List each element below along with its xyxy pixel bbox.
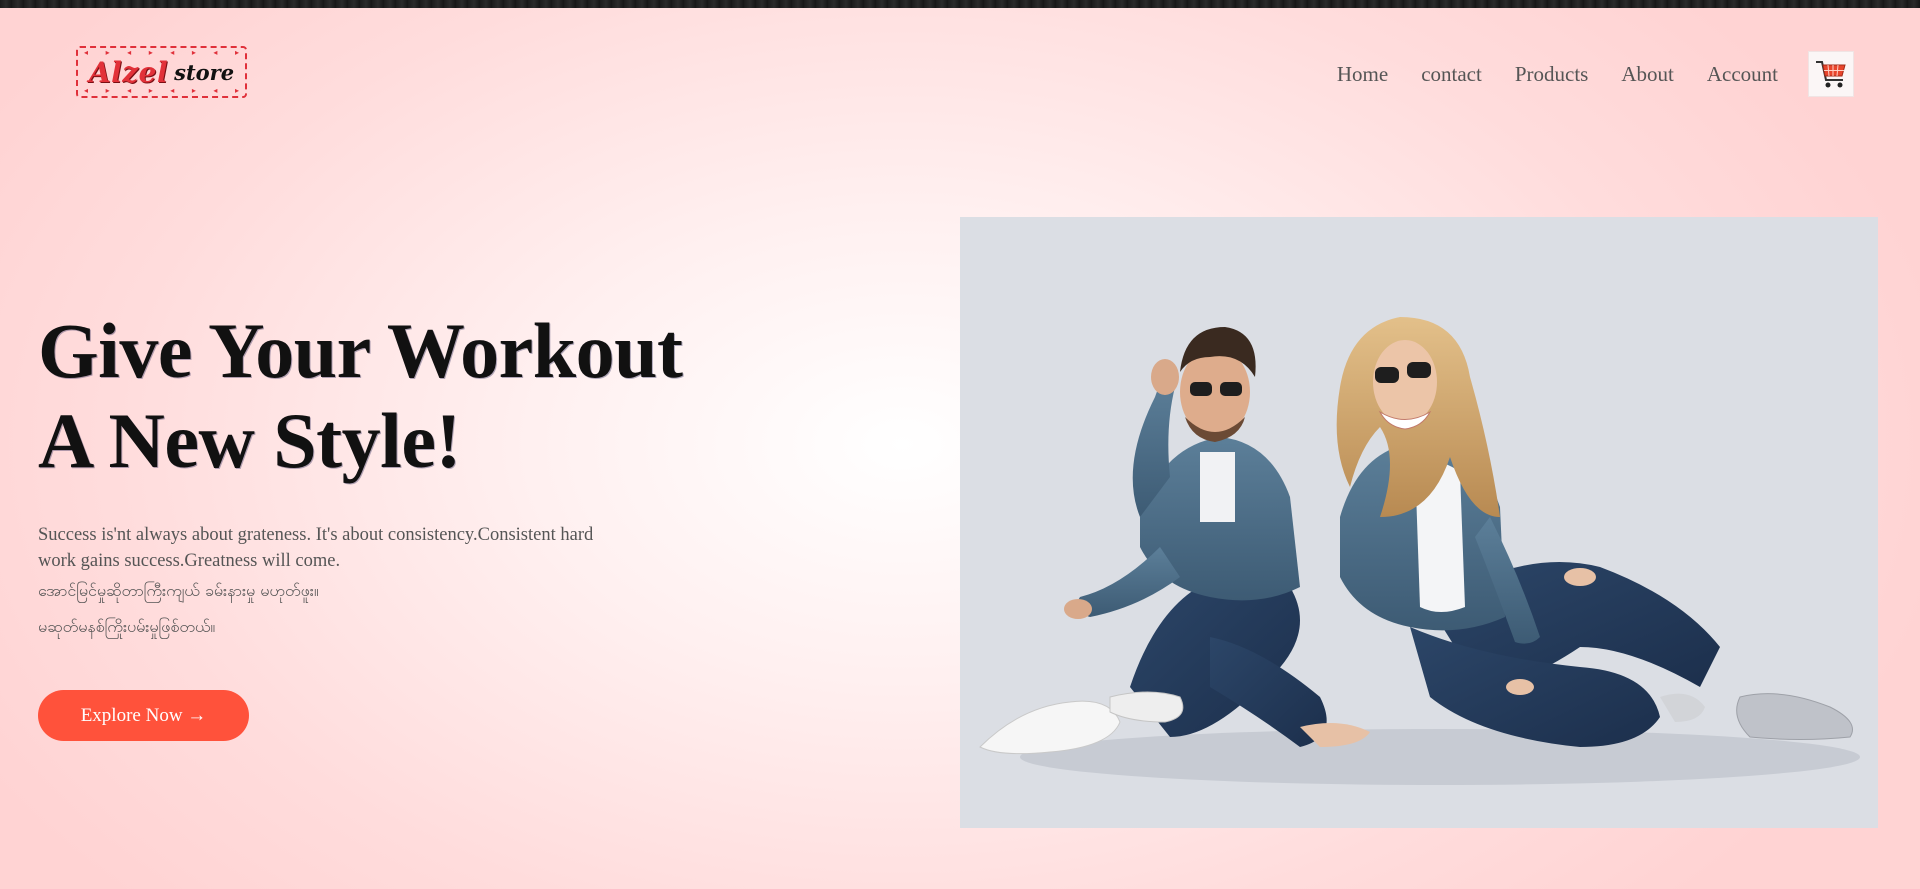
shopping-cart-icon <box>1816 61 1846 88</box>
hero-description-myanmar: အောင်မြင်မှုဆိုတာကြီးကျယ် ခမ်းနားမှု မဟု… <box>38 573 598 645</box>
hero-image <box>960 217 1878 828</box>
logo-brand: Alzel <box>88 55 169 89</box>
top-decorative-strip <box>0 0 1920 8</box>
models-photo-illustration <box>979 317 1860 785</box>
hero-title: Give Your Workout A New Style! <box>38 306 758 486</box>
nav-account[interactable]: Account <box>1707 62 1778 87</box>
nav-products[interactable]: Products <box>1515 62 1589 87</box>
hero-title-line1: Give Your Workout <box>38 307 683 394</box>
logo[interactable]: ◂ ▸ ◂ ▸ ◂ ▸ ◂ ▸ Alzel store ◂ ▸ ◂ ▸ ◂ ▸ ◂ ▸ <box>76 46 247 98</box>
logo-border-arrows: ◂ ▸ ◂ ▸ ◂ ▸ ◂ ▸ <box>84 86 239 95</box>
hero-description: Success is'nt always about grateness. It… <box>38 525 594 571</box>
nav-contact[interactable]: contact <box>1421 62 1482 87</box>
nav-about[interactable]: About <box>1621 62 1674 87</box>
hero-title-line2: A New Style! <box>38 397 461 484</box>
explore-now-button[interactable]: Explore Now → <box>38 690 249 741</box>
logo-border-arrows: ◂ ▸ ◂ ▸ ◂ ▸ ◂ ▸ <box>84 48 239 57</box>
nav-home[interactable]: Home <box>1337 62 1388 87</box>
logo-store: store <box>174 59 235 85</box>
hero-description-myanmar-line1: အောင်မြင်မှုဆိုတာကြီးကျယ် ခမ်းနားမှု မဟု… <box>38 581 319 600</box>
main-nav: Home contact Products About Account <box>1337 62 1778 87</box>
hero-description-myanmar-line2: မဆုတ်မနစ်ကြိုးပမ်းမှုဖြစ်တယ်။ <box>38 617 216 636</box>
cart-button[interactable] <box>1808 51 1854 97</box>
